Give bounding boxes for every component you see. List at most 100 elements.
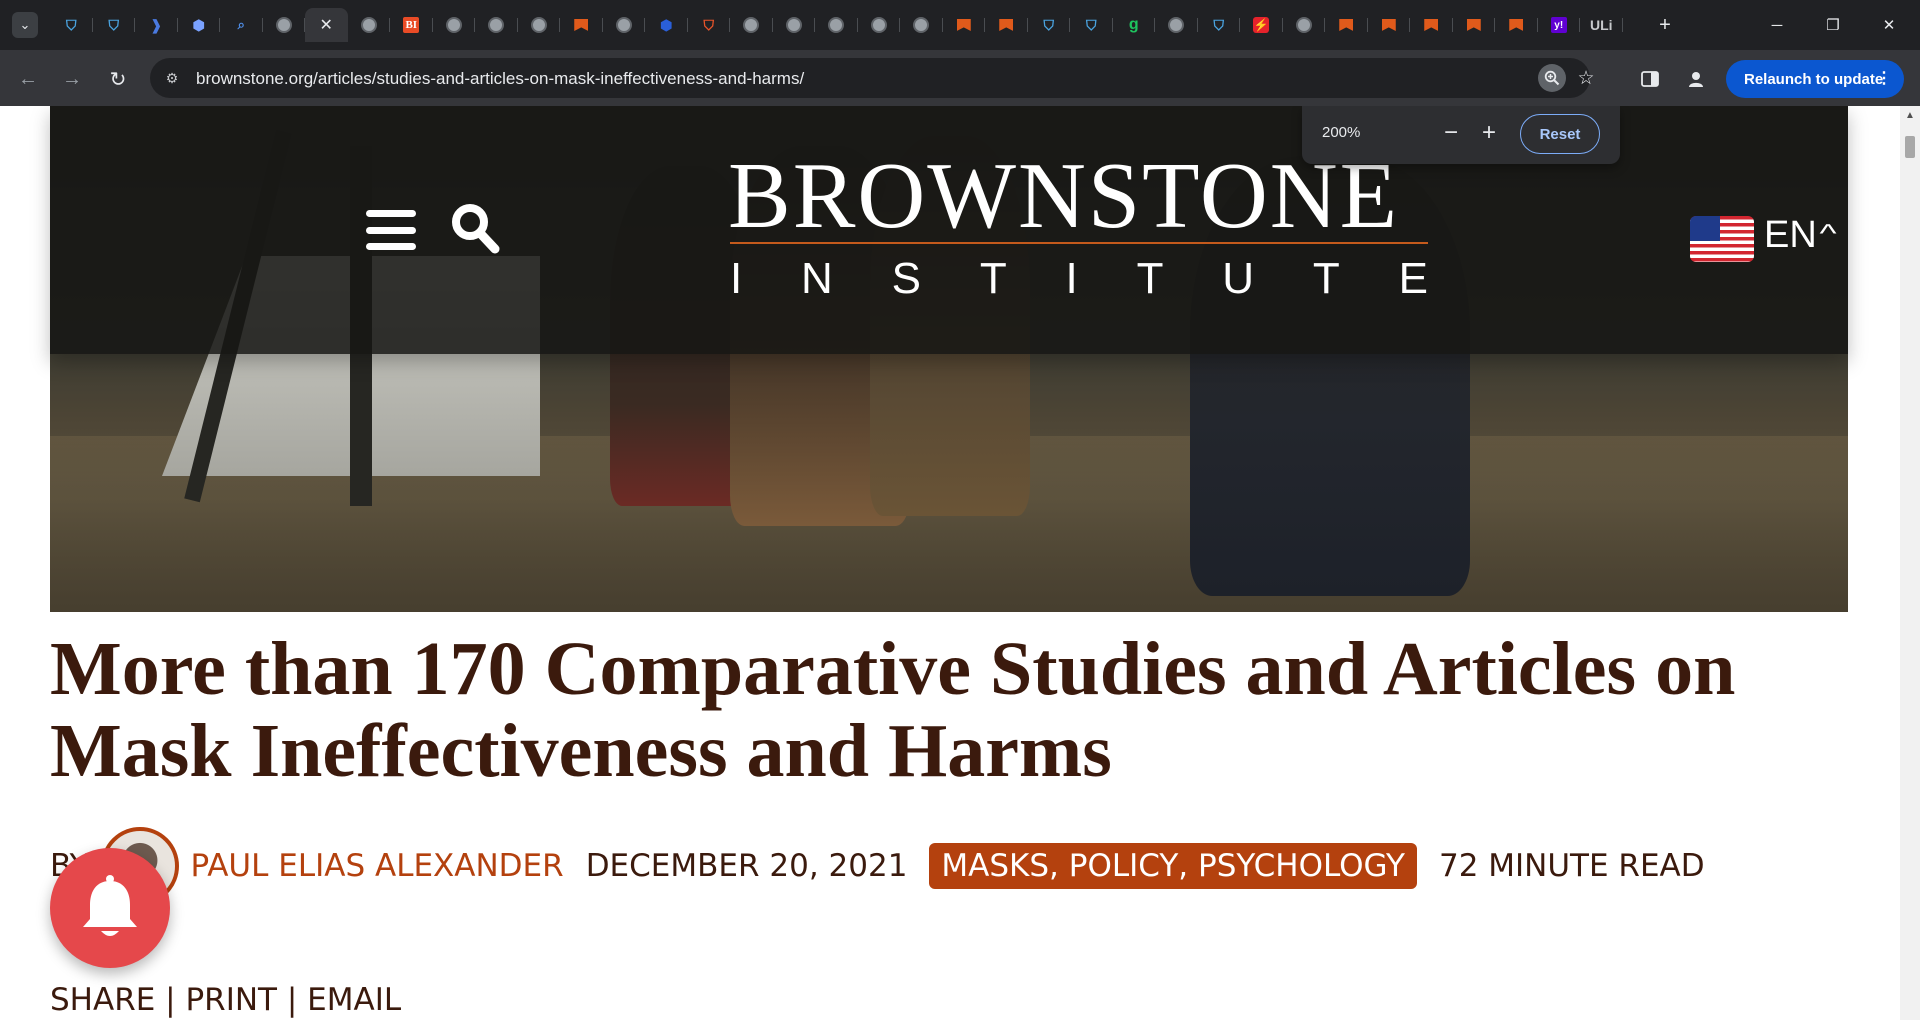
browser-tab[interactable] [900,8,943,42]
browser-tab[interactable]: ⛉ [688,8,731,42]
more-menu-icon[interactable]: ⋮ [1876,68,1892,88]
browser-tab[interactable] [560,8,603,42]
us-flag-icon[interactable] [1690,216,1754,262]
close-icon[interactable]: ✕ [320,15,333,35]
browser-tab[interactable]: ❱ [135,8,178,42]
scroll-up-arrow-icon[interactable]: ▲ [1900,110,1920,124]
browser-tab[interactable] [263,8,306,42]
site-info-icon[interactable]: ⚙ [162,68,182,88]
browser-tab[interactable]: ULi [1580,8,1623,42]
email-link[interactable]: EMAIL [307,982,401,1018]
browser-tab[interactable]: ✕ [305,8,348,42]
logo-sub-letter: S [891,254,921,303]
hex-icon: ⬢ [192,16,205,33]
site-logo-subtitle[interactable]: INSTITUTE [730,254,1428,304]
browser-tab[interactable] [1325,8,1368,42]
browser-tab[interactable] [1410,8,1453,42]
browser-tab[interactable]: g [1113,8,1156,42]
search-icon[interactable] [450,202,500,254]
zoom-icon[interactable] [1538,64,1566,92]
globe-icon [445,17,462,33]
article-tags[interactable]: MASKS, POLICY, PSYCHOLOGY [929,843,1417,889]
tab-search-button[interactable]: ⌄ [12,12,38,38]
browser-tab[interactable] [1283,8,1326,42]
reload-button[interactable]: ↻ [104,65,132,93]
logo-sub-letter: T [1136,254,1164,303]
browser-tab[interactable]: ⛉ [1070,8,1113,42]
zoom-out-button[interactable]: − [1436,118,1466,148]
globe-icon [743,17,760,33]
globe-icon [530,17,547,33]
restore-button[interactable]: ❐ [1818,10,1848,40]
browser-tab[interactable] [433,8,476,42]
browser-tab[interactable] [985,8,1028,42]
browser-tab[interactable] [858,8,901,42]
relaunch-label: Relaunch to update [1744,70,1884,88]
reload-icon: ↻ [109,68,127,91]
brownstone-icon [1423,17,1439,33]
read-time: 72 MINUTE READ [1438,848,1705,884]
search-icon: ⌕ [237,17,245,32]
browser-tab[interactable] [943,8,986,42]
browser-tab[interactable] [603,8,646,42]
language-selector[interactable]: EN [1764,214,1817,257]
logo-sub-letter: N [801,254,833,303]
url-text[interactable]: brownstone.org/articles/studies-and-arti… [196,69,804,89]
browser-tab[interactable]: ⌕ [220,8,263,42]
relaunch-to-update-button[interactable]: Relaunch to update ⋮ [1726,60,1904,98]
dd-icon: ❱ [150,16,163,33]
browser-tab[interactable]: ⚡ [1240,8,1283,42]
browser-tab[interactable] [348,8,391,42]
chevron-down-icon: ⌄ [19,17,31,32]
share-link[interactable]: SHARE [50,982,155,1018]
browser-tab[interactable] [815,8,858,42]
browser-tab[interactable]: ⛉ [93,8,136,42]
globe-icon [360,17,377,33]
new-tab-button[interactable]: + [1652,12,1678,38]
zoom-in-button[interactable]: + [1474,118,1504,148]
browser-tab[interactable] [1495,8,1538,42]
browser-tab[interactable] [1453,8,1496,42]
page-scrollbar[interactable]: ▲ [1900,106,1920,1020]
close-window-button[interactable]: ✕ [1874,10,1904,40]
browser-tab[interactable]: ⛉ [1028,8,1071,42]
browser-tab[interactable]: BI [390,8,433,42]
hamburger-menu-icon[interactable] [366,210,416,250]
globe-icon [488,17,505,33]
browser-tab[interactable]: y! [1538,8,1581,42]
browser-tab[interactable] [730,8,773,42]
browser-toolbar: ← → ↻ ⚙ brownstone.org/articles/studies-… [0,50,1920,106]
browser-tab[interactable] [773,8,816,42]
logo-sub-letter: U [1222,254,1255,303]
browser-tab[interactable] [518,8,561,42]
logo-rule [730,242,1428,244]
bookmark-star-icon[interactable]: ☆ [1572,64,1600,92]
notification-bell-button[interactable] [50,848,170,968]
separator: | [155,982,186,1018]
separator: | [277,982,308,1018]
print-link[interactable]: PRINT [185,982,277,1018]
browser-tab[interactable]: ⬢ [178,8,221,42]
forward-button[interactable]: → [58,65,86,93]
browser-tab[interactable]: ⛉ [50,8,93,42]
browser-tab[interactable] [475,8,518,42]
browser-tab[interactable]: ⛉ [1198,8,1241,42]
side-panel-icon[interactable] [1636,65,1664,93]
author-link[interactable]: PAUL ELIAS ALEXANDER [191,848,564,884]
scroll-thumb[interactable] [1905,136,1915,158]
globe-icon [785,17,802,33]
minimize-icon: ─ [1771,16,1783,34]
browser-tab[interactable] [1368,8,1411,42]
browser-tab[interactable]: ⬢ [645,8,688,42]
address-bar[interactable]: ⚙ brownstone.org/articles/studies-and-ar… [150,58,1595,98]
chevron-up-icon[interactable]: ^ [1820,218,1837,249]
globe-icon [1295,17,1312,33]
article-title: More than 170 Comparative Studies and Ar… [50,627,1736,793]
profile-icon[interactable] [1682,65,1710,93]
zoom-level: 200% [1322,124,1361,141]
zoom-reset-button[interactable]: Reset [1520,114,1600,154]
back-button[interactable]: ← [14,65,42,93]
shield-icon: ⛉ [1213,16,1225,33]
minimize-button[interactable]: ─ [1762,10,1792,40]
browser-tab[interactable] [1155,8,1198,42]
